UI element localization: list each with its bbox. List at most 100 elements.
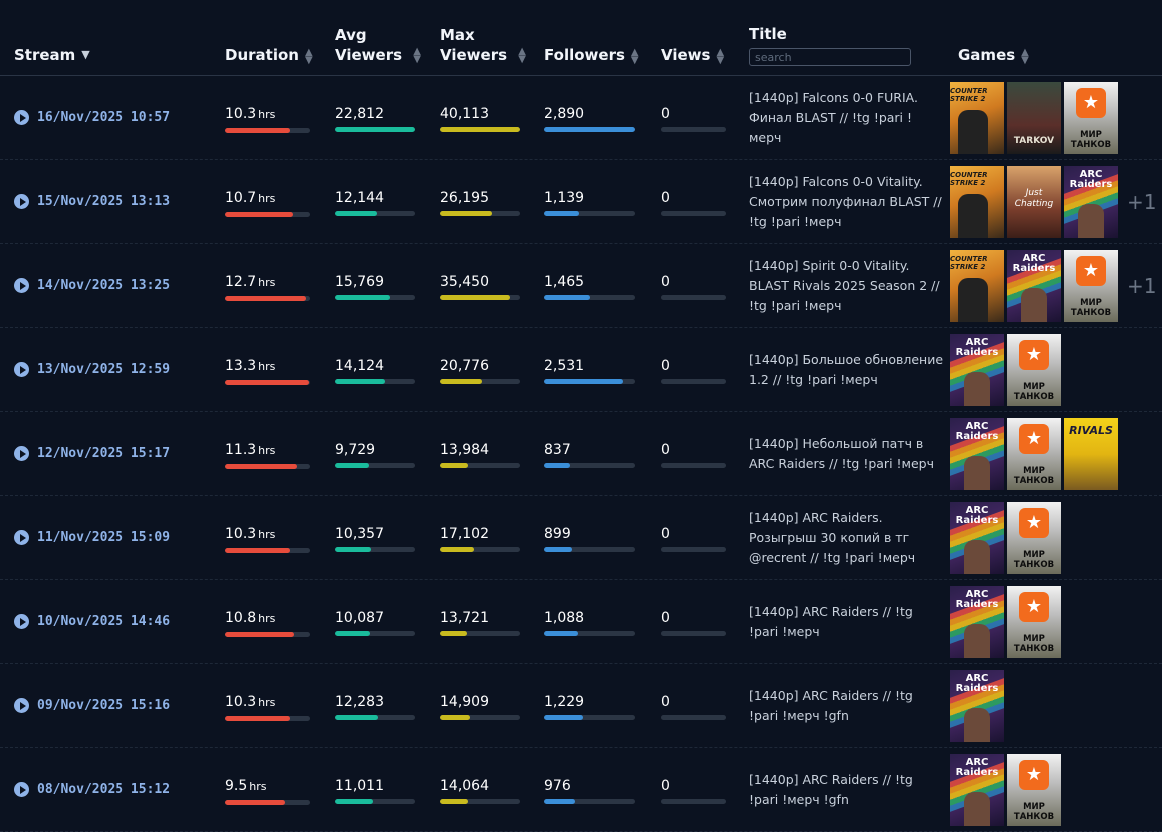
game-cover-arc-raiders[interactable]: ARC Raiders [1064, 165, 1118, 238]
header-duration[interactable]: Duration ▲ ▼ [225, 0, 313, 75]
duration-bar-fill [225, 464, 298, 469]
max-bar [440, 463, 520, 468]
game-cover-arc-raiders[interactable]: ARC Raiders [950, 417, 1004, 490]
avg-cell: 22,812 [335, 105, 415, 132]
stream-link[interactable]: 15/Nov/2025 13:13 [14, 160, 170, 243]
followers-value: 837 [544, 442, 571, 458]
duration-unit: hrs [249, 780, 267, 793]
stream-title: [1440p] Небольшой патч в ARC Raiders // … [749, 412, 944, 495]
duration-bar-fill [225, 632, 294, 637]
stream-title-text: [1440p] Небольшой патч в ARC Raiders // … [749, 435, 934, 471]
stream-link[interactable]: 11/Nov/2025 15:09 [14, 496, 170, 579]
header-stream[interactable]: Stream ▼ [14, 0, 90, 75]
max-value: 17,102 [440, 526, 489, 542]
duration-unit: hrs [258, 612, 276, 625]
sort-icon: ▲ ▼ [413, 45, 421, 65]
character-figure [1078, 203, 1104, 238]
avg-bar [335, 127, 415, 132]
game-cover-marvel-rivals[interactable]: RIVALS [1064, 417, 1118, 490]
max-value: 26,195 [440, 190, 489, 206]
game-cover-arc-raiders[interactable]: ARC Raiders [950, 585, 1004, 658]
game-cover-just-chatting[interactable]: Just Chatting [1007, 165, 1061, 238]
header-views[interactable]: Views ▲ ▼ [661, 0, 724, 75]
stream-link[interactable]: 09/Nov/2025 15:16 [14, 664, 170, 747]
game-cover-world-of-tanks[interactable]: ★ МИР ТАНКОВ [1007, 753, 1061, 826]
header-avg-viewers[interactable]: Avg Viewers ▲ ▼ [335, 0, 421, 75]
followers-bar-fill [544, 463, 571, 468]
game-cover-world-of-tanks[interactable]: ★ МИР ТАНКОВ [1064, 81, 1118, 154]
views-value: 0 [661, 610, 670, 626]
game-cover-counter-strike[interactable]: COUNTER STRIKE 2 [950, 81, 1004, 154]
stream-link[interactable]: 12/Nov/2025 15:17 [14, 412, 170, 495]
game-cover-tarkov[interactable]: TARKOV [1007, 81, 1061, 154]
avg-cell: 12,144 [335, 189, 415, 216]
play-icon [14, 782, 29, 797]
header-games[interactable]: Games ▲ ▼ [958, 0, 1029, 75]
avg-value: 15,769 [335, 274, 384, 290]
avg-cell: 11,011 [335, 777, 415, 804]
game-label: RIVALS [1069, 423, 1113, 437]
game-cover-world-of-tanks[interactable]: ★ МИР ТАНКОВ [1007, 417, 1061, 490]
header-max-viewers-text: Max Viewers ▲ ▼ [440, 25, 526, 65]
views-cell: 0 [661, 609, 726, 636]
games-list: COUNTER STRIKE 2 ARC Raiders ★ МИР ТАНКОВ +1 [950, 249, 1156, 322]
game-cover-counter-strike[interactable]: COUNTER STRIKE 2 [950, 165, 1004, 238]
max-bar-fill [440, 799, 468, 804]
views-value: 0 [661, 778, 670, 794]
play-icon [14, 278, 29, 293]
game-cover-world-of-tanks[interactable]: ★ МИР ТАНКОВ [1007, 333, 1061, 406]
header-max-line1: Max [440, 26, 475, 44]
avg-bar-fill [335, 379, 385, 384]
max-cell: 14,064 [440, 777, 520, 804]
stream-link[interactable]: 08/Nov/2025 15:12 [14, 748, 170, 831]
views-bar [661, 799, 726, 804]
game-label: МИР ТАНКОВ [1013, 465, 1055, 486]
game-cover-counter-strike[interactable]: COUNTER STRIKE 2 [950, 249, 1004, 322]
stream-link[interactable]: 16/Nov/2025 10:57 [14, 76, 170, 159]
table-row: 12/Nov/2025 15:17 11.3 hrs 9,729 13,984 837 0 [… [0, 412, 1162, 496]
character-figure [964, 791, 990, 826]
max-value: 13,984 [440, 442, 489, 458]
star-icon: ★ [1019, 423, 1049, 454]
followers-value: 976 [544, 778, 571, 794]
duration-bar [225, 212, 310, 217]
game-cover-world-of-tanks[interactable]: ★ МИР ТАНКОВ [1007, 585, 1061, 658]
game-cover-world-of-tanks[interactable]: ★ МИР ТАНКОВ [1064, 249, 1118, 322]
game-cover-arc-raiders[interactable]: ARC Raiders [950, 669, 1004, 742]
stream-link[interactable]: 10/Nov/2025 14:46 [14, 580, 170, 663]
game-cover-arc-raiders[interactable]: ARC Raiders [950, 501, 1004, 574]
views-cell: 0 [661, 189, 726, 216]
title-search-input[interactable] [749, 48, 911, 66]
avg-cell: 12,283 [335, 693, 415, 720]
header-max-viewers[interactable]: Max Viewers ▲ ▼ [440, 0, 526, 75]
header-duration-label: Duration [225, 46, 299, 64]
game-cover-arc-raiders[interactable]: ARC Raiders [950, 753, 1004, 826]
avg-bar-fill [335, 211, 378, 216]
more-games-count[interactable]: +1 [1127, 274, 1156, 298]
game-cover-world-of-tanks[interactable]: ★ МИР ТАНКОВ [1007, 501, 1061, 574]
stream-link[interactable]: 13/Nov/2025 12:59 [14, 328, 170, 411]
game-cover-arc-raiders[interactable]: ARC Raiders [950, 333, 1004, 406]
stream-link[interactable]: 14/Nov/2025 13:25 [14, 244, 170, 327]
duration-value: 11.3 [225, 442, 257, 458]
game-cover-arc-raiders[interactable]: ARC Raiders [1007, 249, 1061, 322]
avg-cell: 10,357 [335, 525, 415, 552]
game-label: Just Chatting [1014, 187, 1054, 209]
duration-value: 10.3 [225, 694, 257, 710]
views-cell: 0 [661, 525, 726, 552]
play-icon [14, 614, 29, 629]
duration-bar [225, 128, 310, 133]
sort-icon: ▲ ▼ [304, 47, 313, 66]
avg-value: 12,144 [335, 190, 384, 206]
max-bar-fill [440, 547, 474, 552]
max-value: 14,064 [440, 778, 489, 794]
views-bar [661, 379, 726, 384]
header-followers[interactable]: Followers ▲ ▼ [544, 0, 639, 75]
game-label: МИР ТАНКОВ [1013, 381, 1055, 402]
followers-cell: 976 [544, 777, 635, 804]
play-icon [14, 110, 29, 125]
header-views-label: Views [661, 46, 711, 64]
stream-title-text: [1440p] Falcons 0-0 Vitality. Смотрим по… [749, 173, 942, 229]
stream-title-text: [1440p] Большое обновление 1.2 // !tg !p… [749, 351, 944, 387]
more-games-count[interactable]: +1 [1127, 190, 1156, 214]
